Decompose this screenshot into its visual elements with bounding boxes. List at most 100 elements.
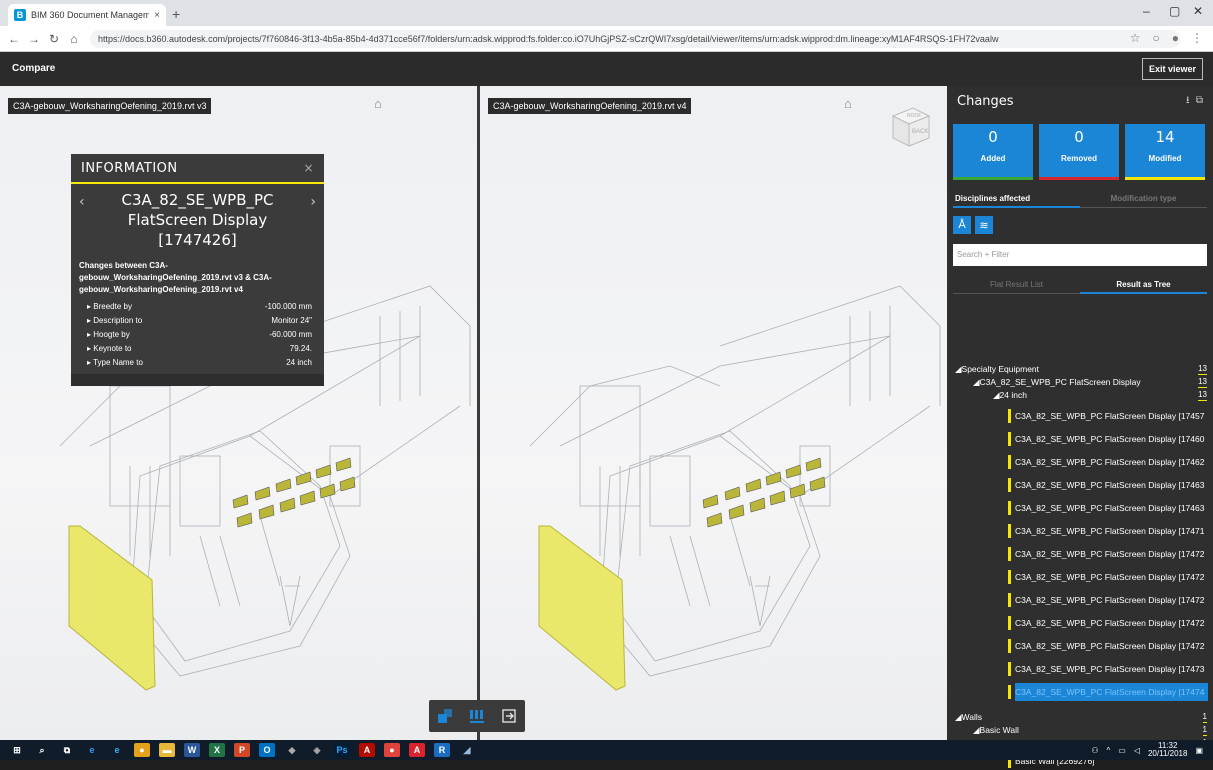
tree-leaf[interactable]: C3A_82_SE_WPB_PC FlatScreen Display [174… (947, 614, 1213, 632)
tree-leaf[interactable]: C3A_82_SE_WPB_PC FlatScreen Display [174… (947, 476, 1213, 494)
tab-modification-type[interactable]: Modification type (1080, 192, 1207, 208)
tree-node-walls[interactable]: ◢Walls 1 (947, 711, 1213, 724)
ie-icon[interactable]: e (109, 743, 125, 757)
exit-viewer-button[interactable]: Exit viewer (1141, 58, 1203, 80)
download-icon[interactable]: ⭳ (1186, 95, 1190, 106)
tab-flat-result-list[interactable]: Flat Result List (953, 278, 1080, 294)
property-row[interactable]: Hoogte by-60.000 mm (71, 328, 324, 342)
acrobat-icon[interactable]: A (359, 743, 375, 757)
changes-subtitle: Changes between C3A-gebouw_WorksharingOe… (79, 261, 272, 294)
tree-leaf[interactable]: C3A_82_SE_WPB_PC FlatScreen Display [174… (947, 430, 1213, 448)
property-row[interactable]: Breedte by-100.000 mm (71, 300, 324, 314)
changes-title: Changes (957, 93, 1014, 109)
tree-leaf-selected[interactable]: C3A_82_SE_WPB_PC FlatScreen Display [174… (947, 683, 1213, 701)
browser-tab[interactable]: B BIM 360 Document Management × (8, 4, 166, 26)
next-element-icon[interactable]: › (310, 192, 316, 212)
outlook-icon[interactable]: O (259, 743, 275, 757)
exit-compare-icon[interactable] (496, 703, 522, 729)
network-icon[interactable]: ▭ (1118, 746, 1126, 755)
file-explorer-icon[interactable]: ▬ (159, 743, 175, 757)
tree-leaf[interactable]: C3A_82_SE_WPB_PC FlatScreen Display [174… (947, 591, 1213, 609)
close-window-icon[interactable]: ✕ (1193, 4, 1203, 18)
information-header: INFORMATION (81, 160, 178, 176)
viewer-right[interactable]: C3A-gebouw_WorksharingOefening_2019.rvt … (480, 86, 947, 740)
autocad-icon[interactable]: A (409, 743, 425, 757)
search-input[interactable]: Search + Filter (953, 244, 1207, 266)
information-panel[interactable]: INFORMATION × ‹ C3A_82_SE_WPB_PC FlatScr… (71, 154, 324, 386)
forward-icon[interactable]: → (24, 32, 44, 46)
browser-tab-title: BIM 360 Document Management (31, 10, 150, 20)
photoshop-icon[interactable]: Ps (334, 743, 350, 757)
tree-node-basic-wall[interactable]: ◢Basic Wall 1 (947, 724, 1213, 737)
tree-leaf[interactable]: C3A_82_SE_WPB_PC FlatScreen Display [174… (947, 637, 1213, 655)
volume-icon[interactable]: ◁ (1134, 746, 1140, 755)
home-browser-icon[interactable]: ⌂ (64, 32, 84, 46)
tab-disciplines-affected[interactable]: Disciplines affected (953, 192, 1080, 208)
word-icon[interactable]: W (184, 743, 200, 757)
search-icon[interactable]: ⌕ (34, 743, 50, 757)
tree-node-family[interactable]: ◢C3A_82_SE_WPB_PC FlatScreen Display 13 (947, 376, 1213, 389)
menu-icon[interactable]: ⋮ (1191, 31, 1203, 45)
model-3d-right[interactable] (480, 86, 947, 740)
chrome-icon[interactable]: ● (134, 743, 150, 757)
property-row[interactable]: Description toMonitor 24" (71, 314, 324, 328)
tree-leaf[interactable]: C3A_82_SE_WPB_PC FlatScreen Display [174… (947, 522, 1213, 540)
extension-icon[interactable]: ○ (1153, 31, 1160, 45)
right-version-label: C3A-gebouw_WorksharingOefening_2019.rvt … (488, 98, 692, 114)
clock[interactable]: 11:32 20/11/2018 (1148, 742, 1187, 758)
profile-avatar[interactable]: ● (1172, 31, 1179, 45)
removed-card[interactable]: 0 Removed (1039, 124, 1119, 180)
previous-element-icon[interactable]: ‹ (79, 192, 85, 212)
expand-icon[interactable]: ⧉ (1196, 95, 1203, 106)
element-name: ‹ C3A_82_SE_WPB_PC FlatScreen Display [1… (71, 184, 324, 254)
changes-list-icon[interactable] (464, 703, 490, 729)
minimize-icon[interactable]: – (1143, 4, 1150, 18)
panel-resize-footer[interactable] (71, 374, 324, 386)
people-icon[interactable]: ⚇ (1091, 746, 1098, 755)
tree-leaf[interactable]: C3A_82_SE_WPB_PC FlatScreen Display [174… (947, 499, 1213, 517)
property-row[interactable]: Type Name to24 inch (71, 356, 324, 370)
app-icon-2[interactable]: ◈ (309, 743, 325, 757)
app-top-bar: Compare Exit viewer (0, 52, 1213, 86)
compare-mode-icon[interactable] (432, 703, 458, 729)
windows-icon[interactable]: ⊞ (9, 743, 25, 757)
tab-close-icon[interactable]: × (154, 10, 160, 21)
architecture-discipline-icon[interactable]: Å (953, 216, 971, 234)
modified-card[interactable]: 14 Modified (1125, 124, 1205, 180)
task-view-icon[interactable]: ⧉ (59, 743, 75, 757)
added-bar (953, 177, 1033, 180)
restore-icon[interactable]: ▢ (1169, 4, 1180, 18)
tray-chevron-icon[interactable]: ^ (1107, 746, 1111, 755)
element-name-line2: FlatScreen Display (127, 211, 268, 229)
new-tab-button[interactable]: + (172, 6, 180, 22)
bookmark-star-icon[interactable]: ☆ (1130, 31, 1141, 45)
back-icon[interactable]: ← (4, 32, 24, 46)
tree-leaf[interactable]: C3A_82_SE_WPB_PC FlatScreen Display [174… (947, 545, 1213, 563)
tab-result-as-tree[interactable]: Result as Tree (1080, 278, 1207, 294)
changes-panel: Changes ⭳ ⧉ 0 Added 0 Removed 14 Modifie… (947, 86, 1213, 768)
viewer-toolbar (429, 700, 525, 732)
viewcube-icon[interactable]: ROOF BACK (885, 102, 933, 150)
tree-node-specialty-equipment[interactable]: ◢Specialty Equipment 13 (947, 363, 1213, 376)
app-icon-4[interactable]: ◢ (459, 743, 475, 757)
tree-leaf[interactable]: C3A_82_SE_WPB_PC FlatScreen Display [174… (947, 453, 1213, 471)
close-icon[interactable]: × (303, 161, 314, 175)
structure-discipline-icon[interactable]: ≋ (975, 216, 993, 234)
home-view-icon[interactable]: ⌂ (374, 96, 382, 111)
tree-leaf[interactable]: C3A_82_SE_WPB_PC FlatScreen Display [174… (947, 407, 1213, 425)
home-view-icon[interactable]: ⌂ (844, 96, 852, 111)
excel-icon[interactable]: X (209, 743, 225, 757)
added-card[interactable]: 0 Added (953, 124, 1033, 180)
app-icon-3[interactable]: ● (384, 743, 400, 757)
notification-icon[interactable]: ▣ (1195, 746, 1203, 755)
tree-leaf[interactable]: C3A_82_SE_WPB_PC FlatScreen Display [174… (947, 660, 1213, 678)
tree-leaf[interactable]: C3A_82_SE_WPB_PC FlatScreen Display [174… (947, 568, 1213, 586)
app-icon[interactable]: ◆ (284, 743, 300, 757)
url-field[interactable]: https://docs.b360.autodesk.com/projects/… (90, 29, 1180, 48)
reload-icon[interactable]: ↻ (44, 32, 64, 46)
property-row[interactable]: Keynote to79.24. (71, 342, 324, 356)
edge-icon[interactable]: e (84, 743, 100, 757)
tree-node-type[interactable]: ◢24 inch 13 (947, 389, 1213, 402)
revit-icon[interactable]: R (434, 743, 450, 757)
powerpoint-icon[interactable]: P (234, 743, 250, 757)
